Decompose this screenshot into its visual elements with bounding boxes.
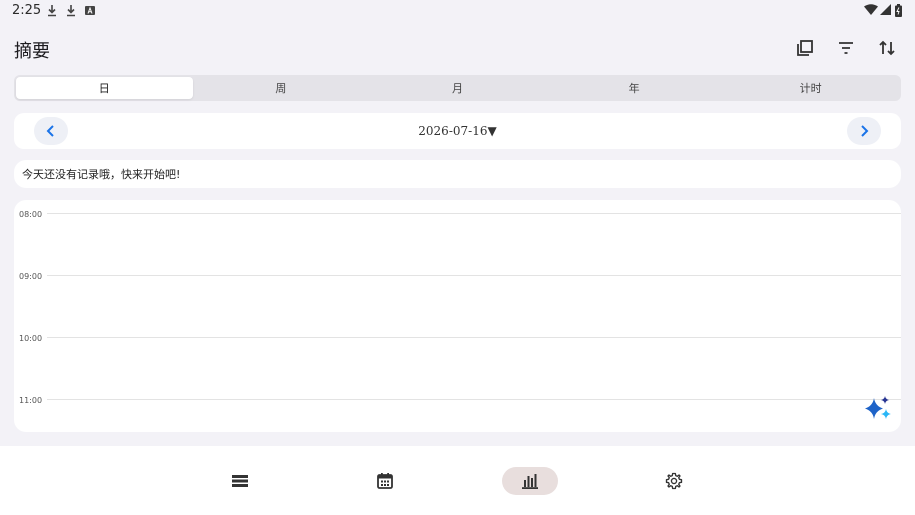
tab-label: 计时	[799, 82, 822, 95]
current-date: 2026-07-16▼	[418, 124, 497, 138]
status-bar: 2:25	[0, 0, 915, 22]
hour-line	[47, 275, 901, 276]
nav-settings[interactable]	[646, 467, 702, 495]
copy-button[interactable]	[793, 36, 817, 60]
download-icon	[48, 5, 56, 17]
hour-label: 09:00	[19, 272, 43, 281]
hour-line	[47, 337, 901, 338]
tab-month[interactable]: 月	[369, 77, 546, 99]
tab-week[interactable]: 周	[193, 77, 370, 99]
page-title: 摘要	[14, 41, 50, 62]
tab-day[interactable]: 日	[16, 77, 193, 99]
bar-chart-icon	[522, 474, 538, 489]
calendar-icon	[377, 473, 393, 489]
tab-label: 日	[98, 82, 110, 95]
chevron-left-icon	[46, 125, 54, 137]
nav-records[interactable]	[212, 467, 268, 495]
tab-label: 年	[628, 82, 640, 95]
hour-label: 10:00	[19, 334, 43, 343]
download-icon	[67, 5, 75, 17]
sparkle-icon	[865, 396, 891, 419]
sort-button[interactable]	[875, 36, 899, 60]
empty-state-card: 今天还没有记录哦，快来开始吧!	[14, 160, 901, 188]
date-navigator: 2026-07-16▼	[14, 113, 901, 149]
hour-line	[47, 213, 901, 214]
empty-message: 今天还没有记录哦，快来开始吧!	[22, 168, 181, 181]
date-picker[interactable]: 2026-07-16▼	[14, 113, 901, 149]
status-time: 2:25	[12, 3, 42, 18]
copy-layers-icon	[797, 40, 813, 56]
hour-label: 08:00	[19, 210, 43, 219]
period-tabs: 日 周 月 年 计时	[14, 75, 901, 101]
next-day-button[interactable]	[847, 117, 881, 145]
sort-icon	[879, 40, 895, 56]
bottom-navigation	[0, 446, 915, 515]
hour-line	[47, 399, 901, 400]
tab-timer[interactable]: 计时	[722, 77, 899, 99]
a-box-icon	[85, 6, 95, 15]
tab-year[interactable]: 年	[546, 77, 723, 99]
day-timeline[interactable]: 08:00 09:00 10:00 11:00	[14, 200, 901, 432]
list-icon	[232, 475, 248, 487]
hour-label: 11:00	[19, 396, 43, 405]
chevron-right-icon	[861, 125, 869, 137]
ai-assist-button[interactable]	[863, 395, 893, 423]
tab-label: 周	[275, 82, 287, 95]
battery-icon	[895, 4, 902, 17]
nav-statistics[interactable]	[502, 467, 558, 495]
gear-icon	[665, 472, 683, 490]
tab-label: 月	[451, 82, 463, 95]
filter-button[interactable]	[834, 36, 858, 60]
wifi-icon	[864, 4, 878, 15]
nav-calendar[interactable]	[357, 467, 413, 495]
previous-day-button[interactable]	[34, 117, 68, 145]
filter-icon	[839, 42, 853, 54]
signal-icon	[880, 4, 891, 15]
